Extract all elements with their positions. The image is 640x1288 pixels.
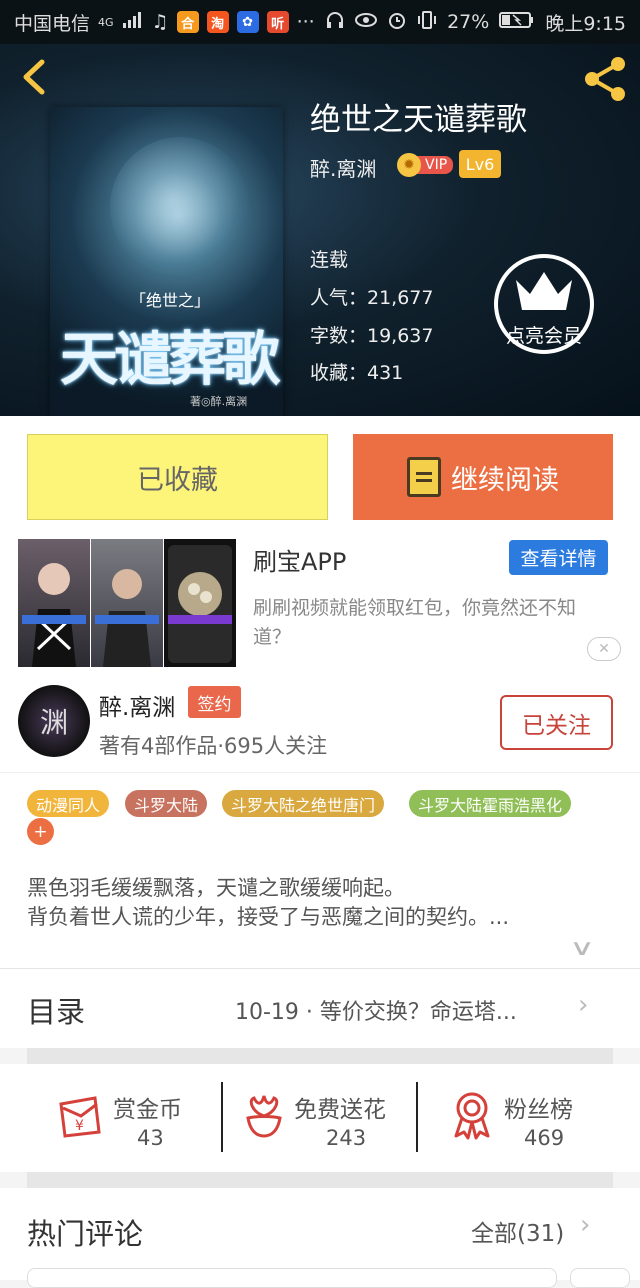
collected-button[interactable]: 已收藏 [27, 434, 328, 520]
tag-item[interactable]: 动漫同人 [27, 790, 110, 817]
author-name[interactable]: 醉.离渊 [99, 688, 175, 722]
add-tag-button[interactable]: + [27, 818, 54, 845]
chevron-right-icon: › [578, 990, 589, 1020]
stat-value: 469 [524, 1126, 565, 1150]
hot-comments-label: 热门评论 [27, 1217, 144, 1251]
ad-close-button[interactable]: ✕ [587, 637, 621, 661]
battery-percent: 27% [447, 11, 490, 33]
stat-value: 43 [137, 1126, 164, 1150]
stat-label: 免费送花 [294, 1097, 386, 1123]
directory-label: 目录 [27, 995, 86, 1029]
back-button[interactable] [16, 56, 56, 96]
baidu-notification-icon: ✿ [236, 11, 259, 33]
flower-icon [246, 1095, 282, 1138]
sun-icon: ✹ [397, 153, 421, 177]
cover-subtitle: 「绝世之」 [130, 291, 211, 310]
stat-label: 赏金币 [113, 1097, 182, 1123]
vibrate-icon [417, 10, 437, 35]
svg-text:¥: ¥ [75, 1118, 84, 1134]
alarm-icon [387, 10, 407, 35]
popularity-stat: 人气：21,677 [310, 287, 434, 309]
book-icon [407, 457, 441, 497]
ad-thumbnail-3[interactable] [164, 539, 236, 667]
synopsis-line-1: 黑色羽毛缓缓飘落，天谴之歌缓缓响起。 [27, 876, 405, 900]
continue-label: 继续阅读 [451, 464, 559, 496]
battery-icon [499, 11, 535, 34]
continue-reading-button[interactable]: 继续阅读 [353, 434, 613, 520]
tag-item[interactable]: 斗罗大陆霍雨浩黑化 [409, 790, 572, 817]
medal-icon [454, 1092, 490, 1140]
chevron-right-icon[interactable]: › [580, 1210, 590, 1240]
stat-value: 243 [326, 1126, 367, 1150]
fan-ranking-item[interactable]: 粉丝榜 469 [450, 1078, 600, 1158]
stat-divider [416, 1082, 418, 1152]
ad-thumbnail-1[interactable] [18, 539, 90, 667]
follow-button[interactable]: 已关注 [500, 695, 613, 750]
ad-description: 刷刷视频就能领取红包，你竟然还不知道？ [253, 597, 577, 648]
cover-title: 天谴葬歌 [60, 325, 280, 393]
back-arrow-icon [23, 59, 45, 95]
ad-title: 刷宝APP [253, 548, 347, 576]
author-avatar[interactable]: 渊 [18, 685, 90, 757]
comment-card[interactable] [570, 1268, 630, 1288]
vip-badge: ✹ VIP [397, 152, 454, 178]
favorites-stat: 收藏：431 [310, 362, 404, 384]
all-comments-link[interactable]: 全部(31) [471, 1214, 564, 1248]
comment-card[interactable] [27, 1268, 557, 1288]
divider-bar [27, 1048, 613, 1064]
collected-label: 已收藏 [137, 464, 218, 496]
taobao-notification-icon: 淘 [206, 11, 229, 33]
ad-detail-button[interactable]: 查看详情 [509, 540, 608, 575]
headphone-icon [325, 10, 345, 35]
book-author[interactable]: 醉.离渊 [310, 153, 376, 182]
network-label: 4G [98, 15, 114, 29]
free-flower-item[interactable]: 免费送花 243 [242, 1078, 412, 1158]
divider-bar [27, 1172, 613, 1188]
carrier-label: 中国电信 [14, 12, 91, 35]
status-bar: 中国电信 4G ♫ 合 淘 ✿ 听 ··· 27% 晚上9:15 [0, 0, 640, 44]
music-icon: ♫ [151, 11, 169, 33]
clock-label: 晚上9:15 [545, 12, 626, 35]
level-badge: Lv6 [459, 150, 501, 178]
book-cover[interactable]: 「绝世之」 天谴葬歌 著◎醉.离渊 [50, 107, 283, 416]
latest-chapter: 10-19 · 等价交换？命运塔... [235, 1000, 517, 1025]
sign-badge: 签约 [188, 686, 241, 718]
cover-moon [110, 137, 250, 277]
member-label: 点亮会员 [505, 325, 582, 347]
app-notification-icon: 合 [176, 11, 199, 33]
tag-item[interactable]: 斗罗大陆 [125, 790, 208, 817]
share-button[interactable] [580, 54, 630, 104]
crown-icon [516, 272, 572, 310]
signal-icon [122, 11, 144, 34]
listen-notification-icon: 听 [266, 11, 289, 33]
word-count-stat: 字数：19,637 [310, 325, 434, 347]
tag-item[interactable]: 斗罗大陆之绝世唐门 [222, 790, 385, 817]
serial-status: 连载 [310, 249, 349, 271]
stat-label: 粉丝榜 [504, 1097, 573, 1123]
cover-author: 著◎醉.离渊 [190, 395, 248, 408]
book-title: 绝世之天谴葬歌 [310, 102, 527, 138]
red-envelope-icon: ¥ [59, 1096, 101, 1138]
synopsis-line-2: 背负着世人谎的少年，接受了与恶魔之间的契约。... [27, 905, 510, 929]
eye-icon [355, 11, 378, 33]
share-icon [585, 57, 625, 101]
more-notifications-icon: ··· [296, 11, 315, 33]
reward-coin-item[interactable]: ¥ 赏金币 43 [55, 1078, 215, 1158]
stat-divider [221, 1082, 223, 1152]
author-info: 著有4部作品·695人关注 [99, 734, 328, 758]
synopsis[interactable]: 黑色羽毛缓缓飘落，天谴之歌缓缓响起。 背负着世人谎的少年，接受了与恶魔之间的契约… [27, 874, 597, 932]
ad-thumbnail-2[interactable] [91, 539, 163, 667]
expand-chevron-icon[interactable]: ∨ [569, 936, 595, 961]
